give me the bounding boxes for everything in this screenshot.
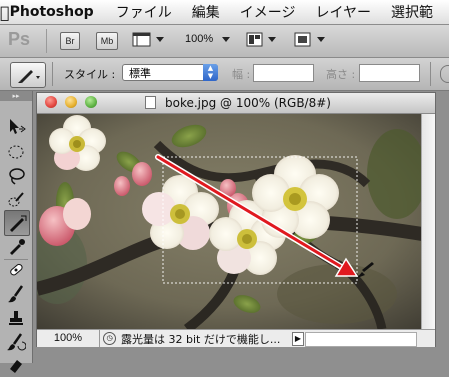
annotation-arrow (155, 154, 374, 278)
